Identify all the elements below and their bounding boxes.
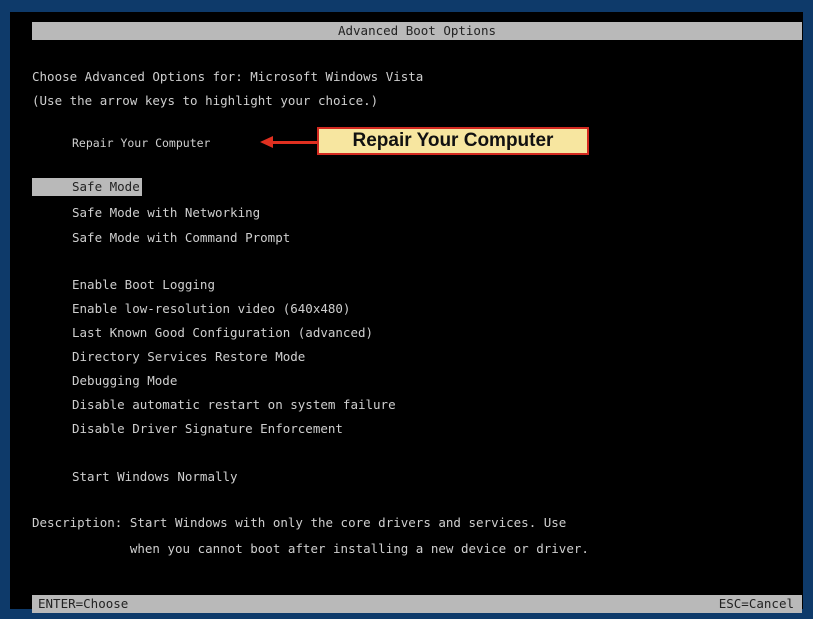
description-line-1: Description: Start Windows with only the… xyxy=(32,515,567,530)
menu-item-start-windows-normally[interactable]: Start Windows Normally xyxy=(72,468,238,486)
description-line-2: when you cannot boot after installing a … xyxy=(32,541,589,556)
callout-label: Repair Your Computer xyxy=(317,127,589,155)
boot-screen: Advanced Boot Options Choose Advanced Op… xyxy=(12,14,802,613)
menu-item-enable-boot-logging[interactable]: Enable Boot Logging xyxy=(72,276,215,294)
menu-item-safe-mode-command-prompt[interactable]: Safe Mode with Command Prompt xyxy=(72,229,290,247)
arrow-line xyxy=(272,141,318,144)
menu-item-directory-services-restore[interactable]: Directory Services Restore Mode xyxy=(72,348,305,366)
menu-item-repair-your-computer[interactable]: Repair Your Computer xyxy=(72,134,210,152)
header-line-2: (Use the arrow keys to highlight your ch… xyxy=(32,93,379,108)
menu-item-safe-mode[interactable]: Safe Mode xyxy=(32,178,142,196)
menu-item-disable-auto-restart[interactable]: Disable automatic restart on system fail… xyxy=(72,396,396,414)
enter-choose-hint: ENTER=Choose xyxy=(38,596,129,611)
header-line-1: Choose Advanced Options for: Microsoft W… xyxy=(32,69,424,84)
menu-item-safe-mode-networking[interactable]: Safe Mode with Networking xyxy=(72,204,260,222)
esc-cancel-hint: ESC=Cancel xyxy=(718,596,794,611)
title-bar: Advanced Boot Options xyxy=(32,22,802,40)
page-title: Advanced Boot Options xyxy=(337,23,497,38)
menu-item-low-resolution-video[interactable]: Enable low-resolution video (640x480) xyxy=(72,300,350,318)
footer-bar: ENTER=Choose ESC=Cancel xyxy=(32,595,802,613)
menu-item-debugging-mode[interactable]: Debugging Mode xyxy=(72,372,177,390)
menu-item-last-known-good[interactable]: Last Known Good Configuration (advanced) xyxy=(72,324,373,342)
menu-item-disable-driver-signature[interactable]: Disable Driver Signature Enforcement xyxy=(72,420,343,438)
